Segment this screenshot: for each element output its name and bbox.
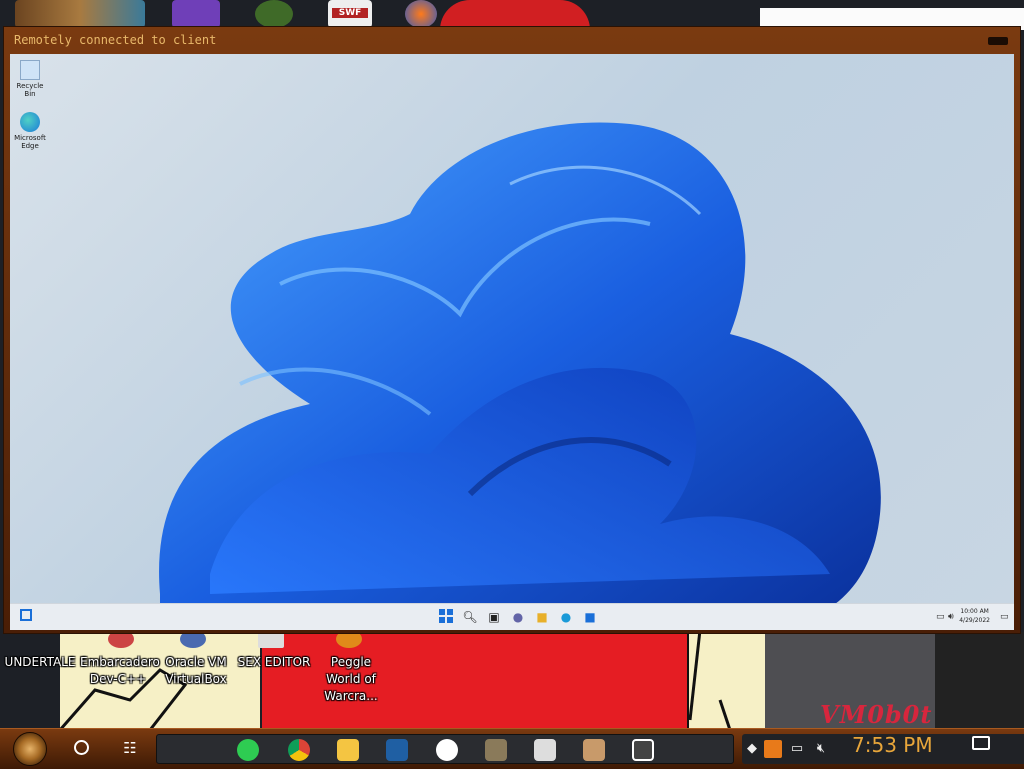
remote-edge-shortcut[interactable]: Microsoft Edge: [12, 112, 48, 150]
host-clock[interactable]: 7:53 PM: [852, 732, 933, 758]
task-view-icon[interactable]: ▣: [486, 609, 502, 625]
remote-window-title: Remotely connected to client: [14, 33, 217, 47]
unity-icon[interactable]: [632, 739, 654, 761]
java-icon[interactable]: [764, 740, 782, 758]
window-control-icon[interactable]: [988, 37, 1008, 45]
desktop-icon-embarcadero[interactable]: Embarcadero Dev-C++: [80, 654, 160, 688]
windows-bloom-wallpaper: [159, 122, 881, 626]
recycle-bin-icon: [20, 60, 40, 80]
remote-connection-window[interactable]: Remotely connected to client Recycle Bin…: [3, 26, 1021, 634]
notes-icon[interactable]: [237, 739, 259, 761]
file-explorer-icon[interactable]: ■: [534, 609, 550, 625]
desktop-icon-sex-editor[interactable]: SEX EDITOR: [236, 654, 312, 671]
pinned-apps-strip: [156, 734, 734, 764]
chat-icon[interactable]: ●: [510, 609, 526, 625]
widgets-icon[interactable]: [20, 609, 32, 621]
store-icon[interactable]: ■: [582, 609, 598, 625]
file-explorer-icon[interactable]: [337, 739, 359, 761]
action-center-icon[interactable]: [972, 736, 990, 750]
notification-icon[interactable]: ▭: [1000, 610, 1009, 624]
remote-window-titlebar[interactable]: Remotely connected to client: [4, 27, 1020, 54]
start-button[interactable]: [13, 732, 47, 766]
remote-clock-date: 4/29/2022: [959, 617, 990, 624]
task-view-icon[interactable]: ☷: [120, 738, 140, 758]
cortana-search-icon[interactable]: [74, 740, 89, 755]
visual-studio-icon[interactable]: [172, 0, 220, 28]
gimp-icon[interactable]: [485, 739, 507, 761]
skull-icon[interactable]: [534, 739, 556, 761]
remote-desktop-screen[interactable]: Recycle Bin Microsoft Edge 🔍︎ ▣ ● ■ ● ■ …: [10, 54, 1014, 630]
swf-file-icon[interactable]: SWF: [328, 0, 372, 28]
help-icon[interactable]: [436, 739, 458, 761]
firefox-icon[interactable]: [405, 0, 437, 28]
portrait-icon[interactable]: [583, 739, 605, 761]
network-icon[interactable]: ▭: [936, 610, 945, 624]
start-icon[interactable]: [438, 609, 454, 625]
virtualbox-icon[interactable]: [386, 739, 408, 761]
network-icon[interactable]: ▭: [788, 740, 806, 758]
host-top-icons-row[interactable]: [15, 0, 145, 28]
remote-taskbar: 🔍︎ ▣ ● ■ ● ■ ▭ 🔊︎ 10:00 AM 4/29/2022 ▭: [10, 603, 1014, 630]
volume-icon[interactable]: 🔊︎: [948, 610, 954, 624]
game-icon[interactable]: [255, 0, 293, 28]
search-icon[interactable]: 🔍︎: [462, 609, 478, 625]
desktop-icon-virtualbox[interactable]: Oracle VM VirtualBox: [158, 654, 234, 688]
desktop-icon-undertale[interactable]: UNDERTALE: [0, 654, 80, 671]
remote-recycle-bin[interactable]: Recycle Bin: [12, 60, 48, 98]
edge-icon: [20, 112, 40, 132]
tray-overflow-icon[interactable]: ◆: [746, 740, 758, 758]
desktop-icon-peggle[interactable]: Peggle World of Warcra...: [312, 654, 390, 705]
swf-label: SWF: [332, 8, 368, 18]
remote-clock[interactable]: 10:00 AM 4/29/2022: [959, 607, 990, 625]
chrome-icon[interactable]: [288, 739, 310, 761]
volume-muted-icon[interactable]: 🔇︎: [812, 740, 830, 758]
edge-taskbar-icon[interactable]: ●: [558, 609, 574, 625]
remote-clock-time: 10:00 AM: [960, 608, 989, 615]
vm-brand-logo: VM0b0t: [820, 700, 933, 729]
host-taskbar: ☷ ◆ ▭ 🔇︎ 7:53 PM: [0, 728, 1024, 769]
